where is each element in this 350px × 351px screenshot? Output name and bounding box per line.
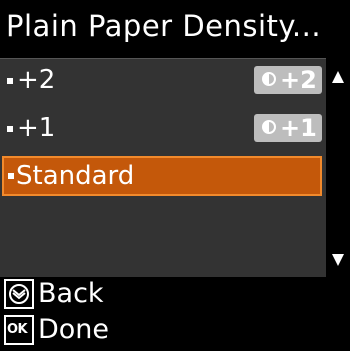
bullet-icon <box>7 126 13 132</box>
option-plus-1[interactable]: +1 +1 <box>0 107 326 149</box>
density-icon <box>262 120 276 134</box>
option-label: Standard <box>16 161 135 191</box>
done-button[interactable]: OK Done <box>4 312 204 348</box>
screen-title: Plain Paper Density... <box>6 9 322 43</box>
ok-icon-text: OK <box>7 322 28 337</box>
density-option-list: +2 +2 +1 +1 Standard <box>0 58 326 277</box>
density-badge-value: +2 <box>280 66 317 94</box>
ok-button-icon: OK <box>4 315 34 345</box>
density-badge: +1 <box>254 114 322 142</box>
done-label: Done <box>38 314 110 345</box>
option-label: +1 <box>17 113 56 143</box>
option-plus-2[interactable]: +2 +2 <box>0 59 326 101</box>
bullet-icon <box>7 78 13 84</box>
arrow-down-icon[interactable] <box>332 254 344 266</box>
arrow-up-icon[interactable] <box>332 71 344 83</box>
stop-button-icon <box>4 279 34 309</box>
density-icon <box>262 72 276 86</box>
density-badge-value: +1 <box>280 114 317 142</box>
option-label: +2 <box>17 65 56 95</box>
scrollbar[interactable] <box>329 58 347 276</box>
density-badge: +2 <box>254 66 322 94</box>
option-standard[interactable]: Standard <box>2 156 322 196</box>
back-label: Back <box>38 278 104 309</box>
back-button[interactable]: Back <box>4 276 204 312</box>
bullet-icon <box>8 173 14 179</box>
